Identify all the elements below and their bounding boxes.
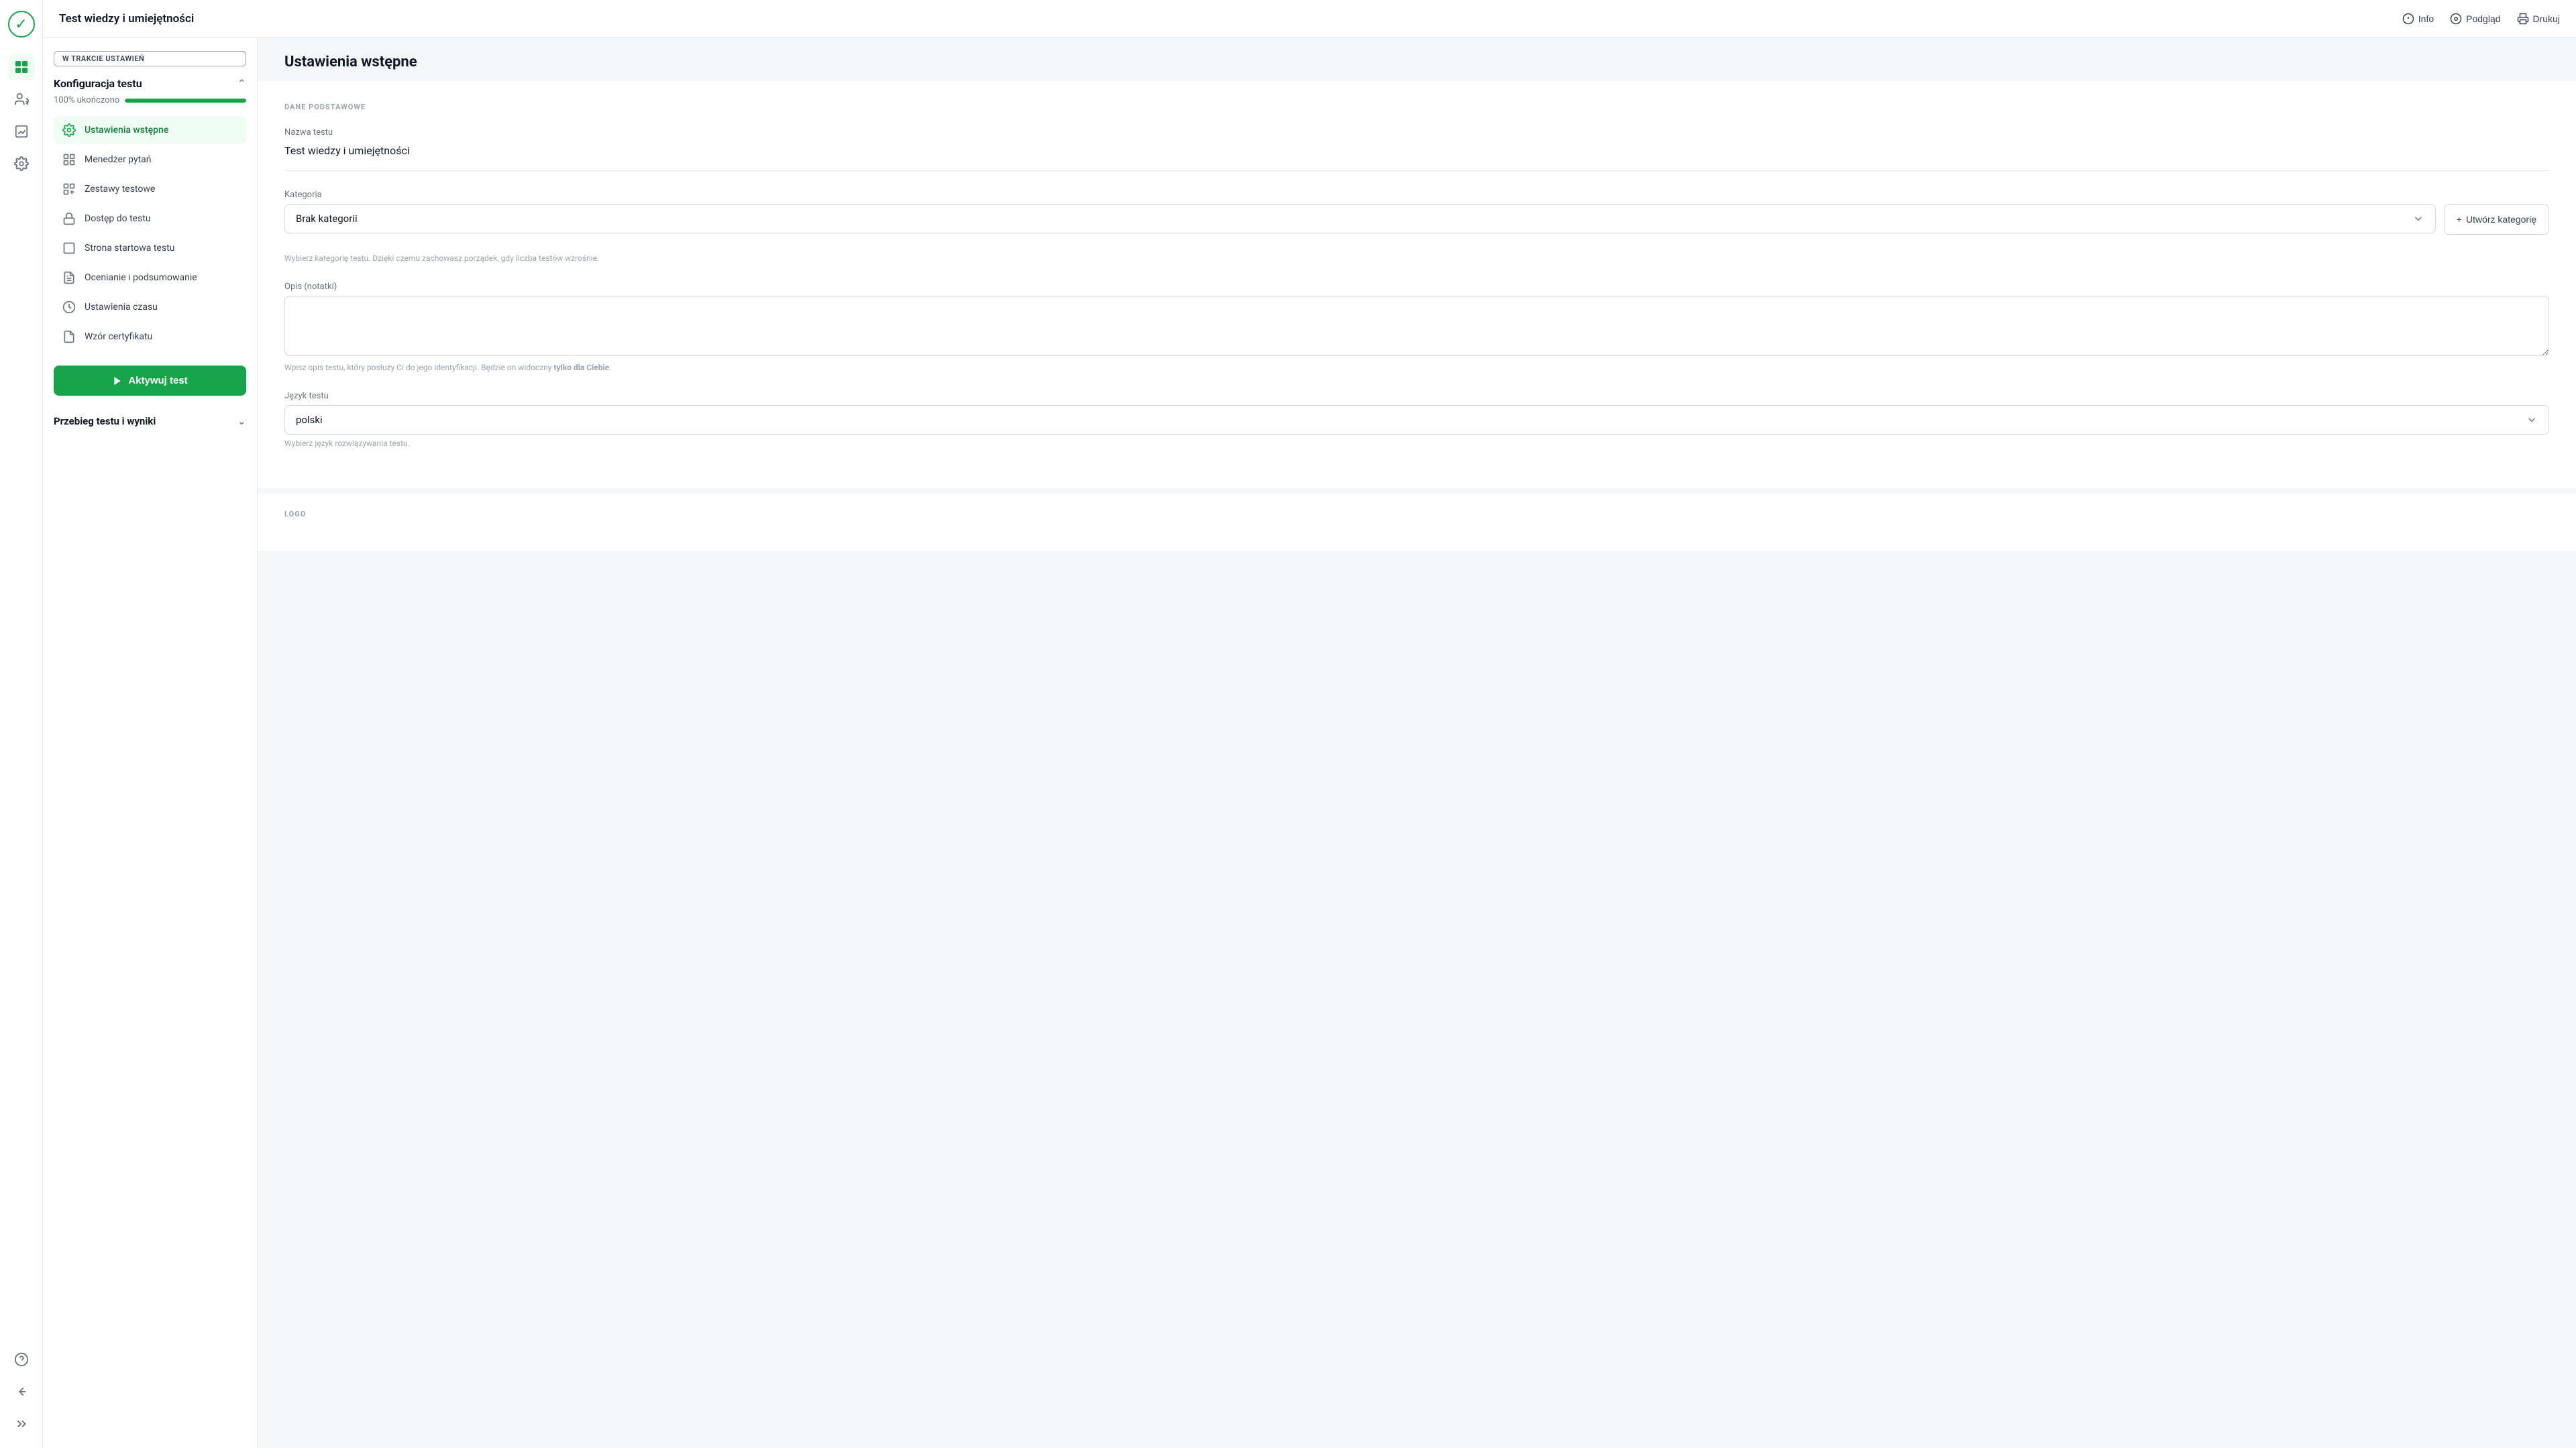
notes-hint-bold: tylko dla Ciebie	[553, 363, 609, 372]
preview-label: Podgląd	[2466, 13, 2500, 24]
create-category-button[interactable]: + Utwórz kategorię	[2444, 204, 2549, 235]
scoring-icon	[62, 270, 76, 285]
progress-label: 100% ukończono	[54, 95, 119, 105]
access-icon	[62, 211, 76, 226]
nav-bottom	[8, 1346, 35, 1437]
category-row: Brak kategorii + Utwórz kategorię	[284, 204, 2549, 235]
form-card: DANE PODSTAWOWE Nazwa testu Test wiedzy …	[258, 81, 2576, 488]
config-title: Konfiguracja testu	[54, 77, 142, 90]
play-icon	[112, 376, 123, 386]
config-chevron-icon[interactable]: ⌃	[237, 77, 246, 90]
sidebar: W TRAKCIE USTAWIEŃ Konfiguracja testu ⌃ …	[43, 38, 258, 1448]
preview-button[interactable]: Podgląd	[2450, 13, 2500, 25]
page-title: Ustawienia wstępne	[284, 54, 2549, 70]
nav-settings-icon[interactable]	[8, 150, 35, 177]
test-sets-icon	[62, 182, 76, 197]
sidebar-item-ustawienia-czasu[interactable]: Ustawienia czasu	[54, 293, 246, 321]
language-field-group: Język testu polski Wybierz język rozwiąz…	[284, 391, 2549, 448]
print-button[interactable]: Drukuj	[2517, 13, 2560, 25]
progress-row: 100% ukończono	[54, 95, 246, 105]
language-chevron-icon	[2526, 414, 2538, 426]
logo[interactable]: ✓	[8, 11, 35, 38]
settings-icon	[62, 123, 76, 137]
name-value: Test wiedzy i umiejętności	[284, 142, 2549, 160]
nav-back-icon[interactable]	[8, 1378, 35, 1405]
sidebar-item-menedzer-pytan[interactable]: Menedżer pytań	[54, 146, 246, 174]
notes-hint-suffix: .	[609, 363, 611, 372]
info-button[interactable]: Info	[2402, 13, 2434, 25]
notes-hint: Wpisz opis testu, który posłuży Ci do je…	[284, 363, 2549, 372]
config-section-header: Konfiguracja testu ⌃	[54, 77, 246, 90]
main-wrapper: Test wiedzy i umiejętności Info Podgląd	[43, 0, 2576, 1448]
sidebar-item-dostep-do-testu[interactable]: Dostęp do testu	[54, 205, 246, 233]
time-settings-icon	[62, 300, 76, 315]
print-label: Drukuj	[2533, 13, 2560, 24]
category-select[interactable]: Brak kategorii	[284, 204, 2436, 233]
category-field-group: Kategoria Brak kategorii +	[284, 190, 2549, 263]
logo-icon: ✓	[8, 11, 35, 38]
category-label: Kategoria	[284, 190, 2549, 200]
sidebar-item-strona-startowa[interactable]: Strona startowa testu	[54, 234, 246, 262]
category-chevron-icon	[2412, 213, 2424, 225]
name-divider	[284, 170, 2549, 171]
create-category-icon: +	[2457, 214, 2462, 225]
logo-section-label: LOGO	[284, 510, 2549, 518]
nav-help-icon[interactable]	[8, 1346, 35, 1373]
header-title: Test wiedzy i umiejętności	[59, 12, 2402, 25]
notes-textarea[interactable]	[284, 296, 2549, 356]
sidebar-item-ocenianie[interactable]: Ocenianie i podsumowanie	[54, 264, 246, 292]
nav-analytics-icon[interactable]	[8, 118, 35, 145]
header-actions: Info Podgląd Drukuj	[2402, 13, 2560, 25]
category-select-wrapper: Brak kategorii	[284, 204, 2436, 233]
top-header: Test wiedzy i umiejętności Info Podgląd	[43, 0, 2576, 38]
activate-test-button[interactable]: Aktywuj test	[54, 366, 246, 396]
language-value: polski	[296, 414, 323, 426]
sidebar-item-label: Ocenianie i podsumowanie	[85, 272, 197, 283]
results-chevron-icon[interactable]: ⌄	[237, 414, 246, 427]
sidebar-item-label: Wzór certyfikatu	[85, 331, 152, 342]
status-badge: W TRAKCIE USTAWIEŃ	[54, 51, 246, 66]
results-title: Przebieg testu i wyniki	[54, 415, 156, 427]
sidebar-item-label: Ustawienia czasu	[85, 302, 158, 313]
notes-hint-prefix: Wpisz opis testu, który posłuży Ci do je…	[284, 363, 553, 372]
language-hint: Wybierz język rozwiązywania testu.	[284, 439, 2549, 448]
name-field-group: Nazwa testu Test wiedzy i umiejętności	[284, 127, 2549, 171]
sidebar-item-label: Strona startowa testu	[85, 243, 174, 254]
certificate-icon	[62, 329, 76, 344]
content-area: W TRAKCIE USTAWIEŃ Konfiguracja testu ⌃ …	[43, 38, 2576, 1448]
sidebar-item-wzor-certyfikatu[interactable]: Wzór certyfikatu	[54, 323, 246, 351]
sidebar-item-label: Zestawy testowe	[85, 184, 155, 194]
page-title-bar: Ustawienia wstępne	[258, 38, 2576, 81]
preview-icon	[2450, 13, 2462, 25]
start-page-icon	[62, 241, 76, 256]
sidebar-item-label: Ustawienia wstępne	[85, 125, 168, 135]
name-label: Nazwa testu	[284, 127, 2549, 137]
activate-label: Aktywuj test	[128, 375, 187, 386]
language-label: Język testu	[284, 391, 2549, 401]
sidebar-item-zestawy-testowe[interactable]: Zestawy testowe	[54, 175, 246, 203]
language-select[interactable]: polski	[284, 405, 2549, 435]
sidebar-item-label: Menedżer pytań	[85, 154, 152, 165]
print-icon	[2517, 13, 2529, 25]
nav-dashboard-icon[interactable]	[8, 54, 35, 80]
question-manager-icon	[62, 152, 76, 167]
section-label: DANE PODSTAWOWE	[284, 103, 2549, 111]
category-value: Brak kategorii	[296, 213, 358, 225]
info-icon	[2402, 13, 2414, 25]
progress-fill	[125, 99, 246, 103]
nav-collapse-icon[interactable]	[8, 1410, 35, 1437]
logo-section: LOGO	[258, 494, 2576, 551]
create-category-label: Utwórz kategorię	[2466, 214, 2536, 225]
category-hint: Wybierz kategorię testu. Dzięki czemu za…	[284, 254, 2549, 263]
nav-rail: ✓	[0, 0, 43, 1448]
sidebar-item-ustawienia-wstepne[interactable]: Ustawienia wstępne	[54, 116, 246, 144]
results-section-header: Przebieg testu i wyniki ⌄	[54, 409, 246, 433]
progress-track	[125, 99, 246, 103]
info-label: Info	[2418, 13, 2434, 24]
nav-users-icon[interactable]	[8, 86, 35, 113]
notes-label: Opis (notatki)	[284, 282, 2549, 292]
main-content: Ustawienia wstępne DANE PODSTAWOWE Nazwa…	[258, 38, 2576, 1448]
notes-field-group: Opis (notatki) Wpisz opis testu, który p…	[284, 282, 2549, 372]
sidebar-item-label: Dostęp do testu	[85, 213, 151, 224]
